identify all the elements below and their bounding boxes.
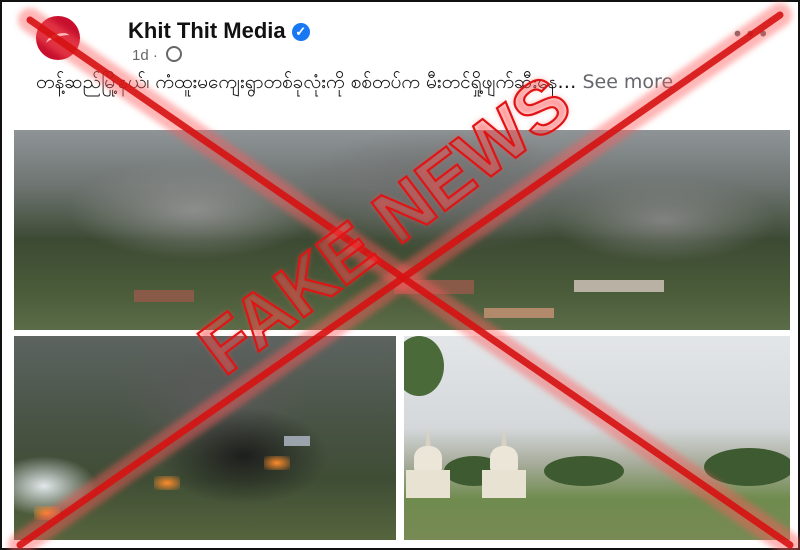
- logo-swoosh: [44, 30, 72, 49]
- photo-village-smoke-aerial[interactable]: [14, 130, 790, 330]
- post-caption: တန့်ဆည်မြို့နယ်၊ ကံထူးမကျေးရွာတစ်ခုလုံးက…: [36, 68, 776, 96]
- verified-badge-icon: ✓: [291, 23, 310, 41]
- pagoda: [406, 426, 450, 498]
- fire: [154, 476, 180, 490]
- photo-village-burning[interactable]: [14, 336, 396, 540]
- post-header: Khit Thit Media ✓ 1d · •••: [36, 16, 776, 64]
- roof: [394, 280, 474, 294]
- fire: [34, 506, 60, 520]
- roof: [134, 290, 194, 302]
- fire: [264, 456, 290, 470]
- palm-tree: [404, 336, 444, 396]
- page-avatar[interactable]: [36, 16, 80, 60]
- see-more-link[interactable]: See more: [582, 71, 673, 93]
- post-timestamp[interactable]: 1d: [132, 47, 149, 64]
- tree: [704, 448, 790, 486]
- post-card: Khit Thit Media ✓ 1d · ••• တန့်ဆည်မြို့နယ…: [0, 0, 800, 550]
- page-name: Khit Thit Media: [128, 18, 286, 43]
- globe-icon: [166, 46, 183, 62]
- roof: [484, 308, 554, 318]
- photo-pagodas-field[interactable]: [404, 336, 790, 540]
- post-meta: 1d ·: [132, 46, 183, 64]
- caption-text: တန့်ဆည်မြို့နယ်၊ ကံထူးမကျေးရွာတစ်ခုလုံးက…: [36, 71, 577, 93]
- roof: [284, 436, 310, 446]
- meta-separator: ·: [152, 47, 158, 64]
- page-name-link[interactable]: Khit Thit Media ✓: [128, 18, 310, 44]
- roof: [574, 280, 664, 292]
- tree: [544, 456, 624, 486]
- more-options-icon[interactable]: •••: [732, 22, 770, 46]
- pagoda: [482, 426, 526, 498]
